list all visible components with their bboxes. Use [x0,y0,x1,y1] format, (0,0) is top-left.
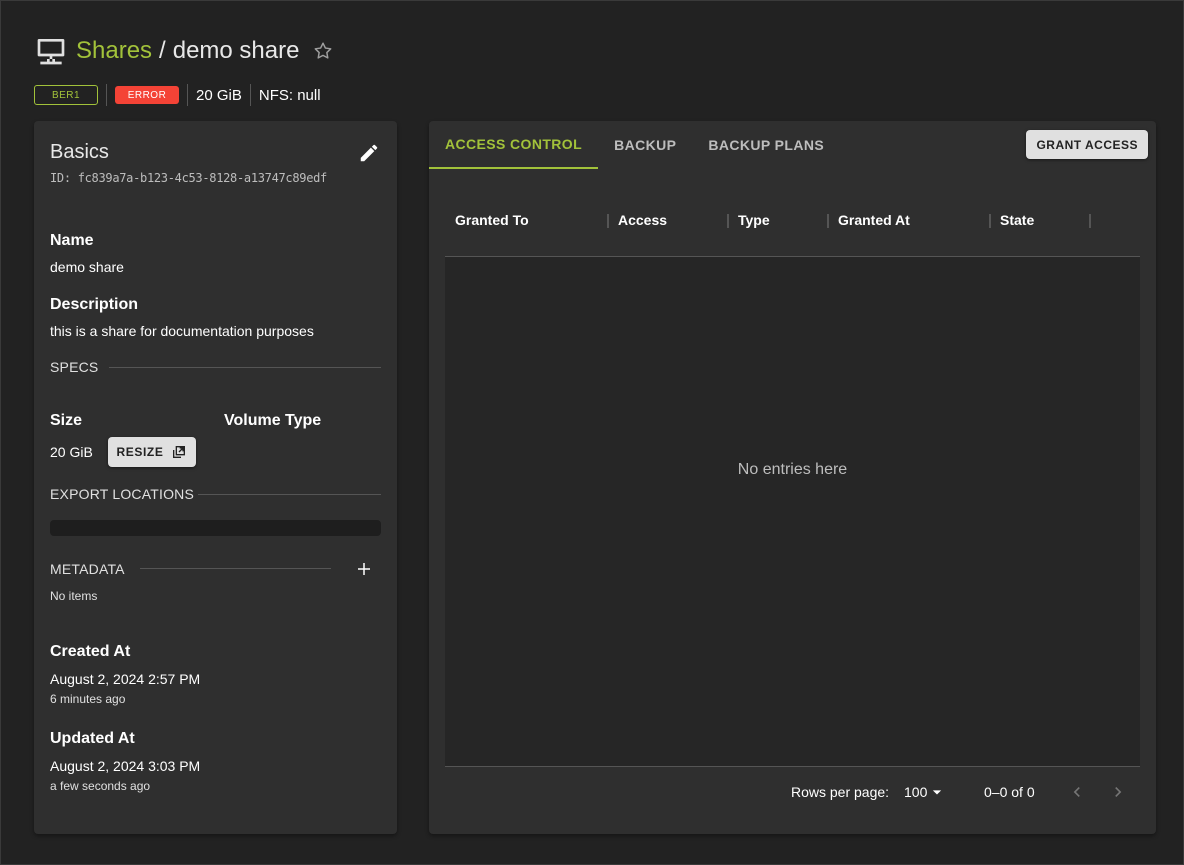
breadcrumb-separator: / [159,37,166,64]
next-page-button[interactable] [1106,780,1130,804]
access-table: Granted To Access Type Granted At State … [445,200,1140,767]
caret-down-icon [933,790,942,795]
chevron-left-icon [1073,787,1080,797]
basics-card: Basics ID: fc839a7a-b123-4c53-8128-a1374… [34,121,397,834]
rows-per-page-value: 100 [904,784,928,800]
rows-per-page-label: Rows per page: [791,784,890,800]
updated-at-relative: a few seconds ago [50,779,151,793]
created-at-label: Created At [50,643,131,660]
description-value: this is a share for documentation purpos… [50,323,314,339]
page-header: Shares / demo share [34,31,335,71]
edit-button[interactable] [356,140,382,166]
resize-button-label: RESIZE [116,445,164,459]
open-in-new-icon [171,444,187,460]
section-divider [198,494,381,495]
size-value: 20 GiB [50,444,93,460]
divider [249,84,251,106]
metadata-empty-text: No items [50,589,98,603]
network-share-icon [34,34,68,68]
table-empty-text: No entries here [737,461,848,478]
volume-type-label: Volume Type [224,412,322,429]
metadata-section-label: METADATA [50,561,125,577]
table-pagination: Rows per page: 100 0–0 of 0 [429,776,1156,808]
previous-page-button[interactable] [1065,780,1089,804]
updated-at-label: Updated At [50,730,135,747]
breadcrumb-shares-link[interactable]: Shares [76,37,152,65]
export-locations-list [50,520,381,536]
description-label: Description [50,296,139,313]
resize-button[interactable]: RESIZE [108,437,196,467]
pagination-range: 0–0 of 0 [984,784,1035,800]
tab-access-control[interactable]: ACCESS CONTROL [429,121,599,169]
share-protocol-text: NFS: null [258,86,321,104]
region-badge: BER1 [34,85,98,105]
pencil-icon [360,144,378,162]
basics-title: Basics [50,141,109,163]
divider [106,84,107,106]
tab-backup[interactable]: BACKUP [598,121,692,169]
name-label: Name [50,232,94,249]
chevron-right-icon [1115,787,1122,797]
share-size-text: 20 GiB [196,86,242,104]
share-summary-chips: BER1 ERROR 20 GiB NFS: null [34,84,321,106]
created-at-relative: 6 minutes ago [50,692,126,706]
favorite-star-icon[interactable] [311,39,335,63]
divider [187,84,188,106]
tab-backup-plans[interactable]: BACKUP PLANS [692,121,840,169]
plus-icon [358,563,370,575]
add-metadata-button[interactable] [352,557,376,581]
section-divider [109,367,381,368]
rows-per-page-select[interactable]: 100 [904,782,947,802]
created-at-value: August 2, 2024 2:57 PM [50,671,201,687]
name-value: demo share [50,259,124,275]
export-locations-section-label: EXPORT LOCATIONS [50,486,195,502]
grant-access-button[interactable]: GRANT ACCESS [1026,130,1148,159]
share-id: ID: fc839a7a-b123-4c53-8128-a13747c89edf [50,171,327,185]
share-name-title: demo share [172,37,300,64]
page-title: Shares / demo share [76,37,299,65]
access-control-card: ACCESS CONTROL BACKUP BACKUP PLANS GRANT… [429,121,1156,834]
status-badge: ERROR [115,86,179,104]
updated-at-value: August 2, 2024 3:03 PM [50,758,201,774]
section-divider [140,568,331,569]
tab-bar: ACCESS CONTROL BACKUP BACKUP PLANS [429,121,840,169]
specs-section-label: SPECS [50,359,99,375]
size-label: Size [50,412,83,429]
